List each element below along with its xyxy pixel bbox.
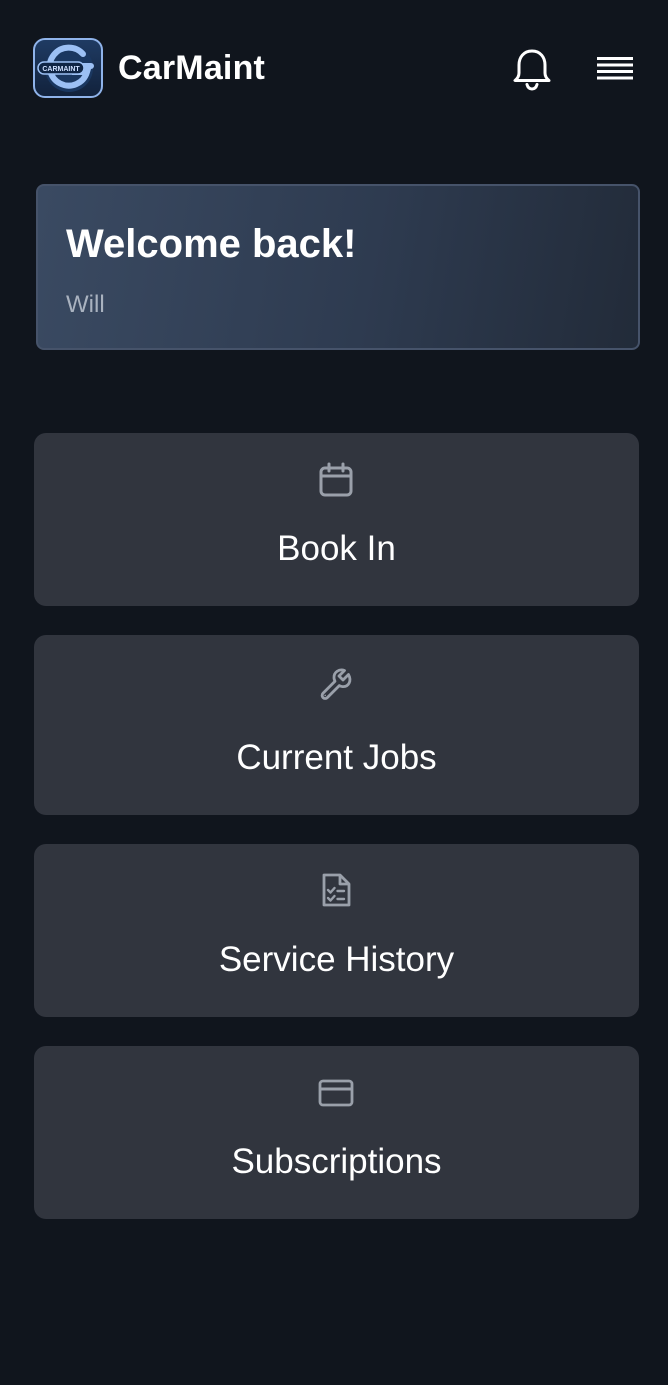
menu-icon	[597, 57, 633, 80]
logo-text: CARMAINT	[42, 66, 80, 73]
app-logo[interactable]: CARMAINT	[33, 38, 103, 98]
current-jobs-button[interactable]: Current Jobs	[34, 635, 639, 815]
welcome-username: Will	[66, 291, 105, 318]
app-header: CARMAINT CarMaint	[0, 0, 668, 140]
brand-name: CarMaint	[118, 49, 266, 87]
subscriptions-button[interactable]: Subscriptions	[34, 1046, 639, 1219]
subscriptions-label: Subscriptions	[231, 1142, 442, 1181]
notifications-button[interactable]	[510, 46, 554, 92]
book-in-button[interactable]: Book In	[34, 433, 639, 606]
wrench-icon	[320, 668, 352, 700]
calendar-icon	[319, 462, 353, 497]
welcome-title: Welcome back!	[66, 222, 357, 266]
bell-icon	[513, 49, 551, 91]
book-in-label: Book In	[277, 529, 396, 568]
checklist-document-icon	[322, 873, 351, 907]
service-history-button[interactable]: Service History	[34, 844, 639, 1017]
menu-button[interactable]	[594, 54, 636, 86]
welcome-card: Welcome back! Will	[36, 184, 640, 350]
current-jobs-label: Current Jobs	[236, 738, 437, 777]
credit-card-icon	[318, 1079, 354, 1107]
app-root: CARMAINT CarMaint Welcome back! Will Boo…	[0, 0, 668, 1385]
service-history-label: Service History	[218, 940, 455, 979]
logo-emblem-icon: CARMAINT	[37, 44, 94, 92]
